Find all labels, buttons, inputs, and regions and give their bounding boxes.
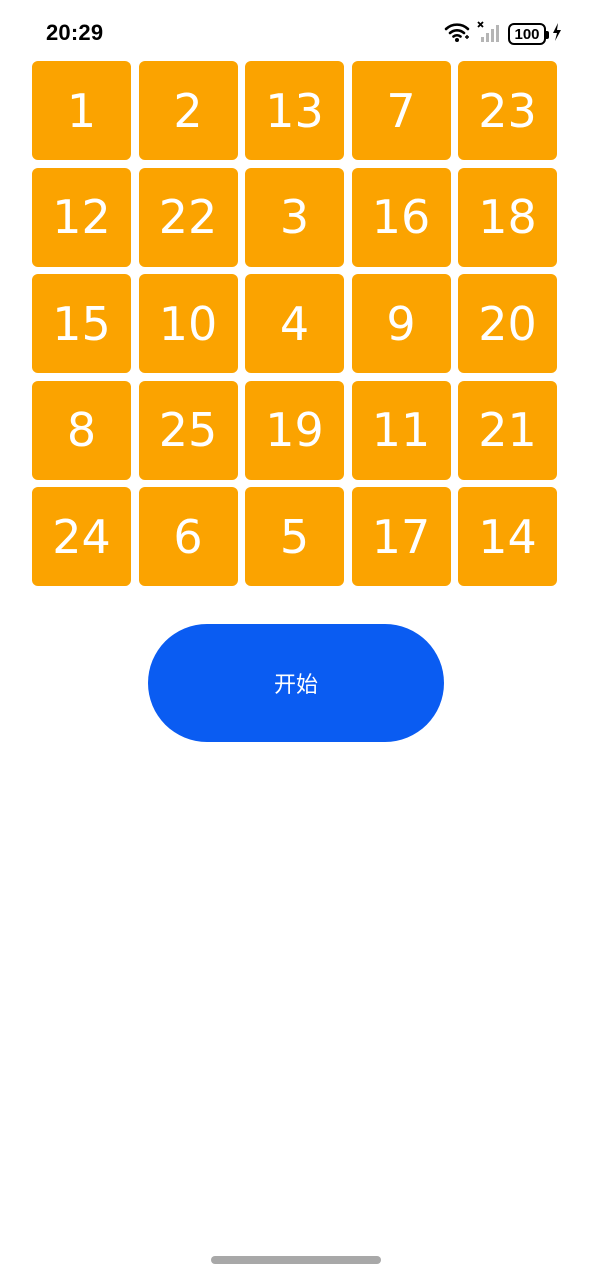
battery-icon: 100 — [508, 23, 549, 45]
number-tile[interactable]: 17 — [351, 487, 451, 586]
number-tile[interactable]: 16 — [351, 167, 451, 267]
number-tile[interactable]: 6 — [138, 487, 238, 586]
number-tile[interactable]: 3 — [245, 167, 344, 267]
number-tile[interactable]: 18 — [458, 167, 557, 267]
number-tile[interactable]: 10 — [138, 274, 238, 373]
number-tile[interactable]: 22 — [138, 167, 238, 267]
status-bar: 20:29 100 — [0, 0, 592, 60]
number-tile[interactable]: 13 — [245, 61, 344, 160]
number-tile[interactable]: 1 — [32, 61, 131, 160]
number-tile[interactable]: 24 — [32, 487, 131, 586]
cellular-signal-icon — [476, 21, 502, 47]
number-tile[interactable]: 9 — [351, 274, 451, 373]
status-icons: 100 — [444, 21, 562, 47]
app-screen: 20:29 100 1 2 13 7 23 12 22 3 16 18 15 1… — [0, 0, 592, 1280]
number-tile[interactable]: 25 — [138, 380, 238, 480]
number-tile[interactable]: 2 — [138, 61, 238, 160]
home-indicator[interactable] — [211, 1256, 381, 1264]
number-tile[interactable]: 4 — [245, 274, 344, 373]
number-tile[interactable]: 12 — [32, 167, 131, 267]
start-button[interactable]: 开始 — [148, 624, 444, 742]
number-tile[interactable]: 7 — [351, 61, 451, 160]
number-tile[interactable]: 21 — [458, 380, 557, 480]
number-tile[interactable]: 11 — [351, 380, 451, 480]
number-tile[interactable]: 8 — [32, 380, 131, 480]
charging-bolt-icon — [552, 23, 562, 45]
number-tile[interactable]: 15 — [32, 274, 131, 373]
number-tile[interactable]: 20 — [458, 274, 557, 373]
number-tile[interactable]: 19 — [245, 380, 344, 480]
battery-level: 100 — [514, 25, 540, 43]
number-tile[interactable]: 14 — [458, 487, 557, 586]
number-tile[interactable]: 23 — [458, 61, 557, 160]
number-tile[interactable]: 5 — [245, 487, 344, 586]
wifi-icon — [444, 21, 470, 47]
status-time: 20:29 — [46, 20, 104, 45]
number-grid: 1 2 13 7 23 12 22 3 16 18 15 10 4 9 20 8… — [32, 61, 557, 586]
